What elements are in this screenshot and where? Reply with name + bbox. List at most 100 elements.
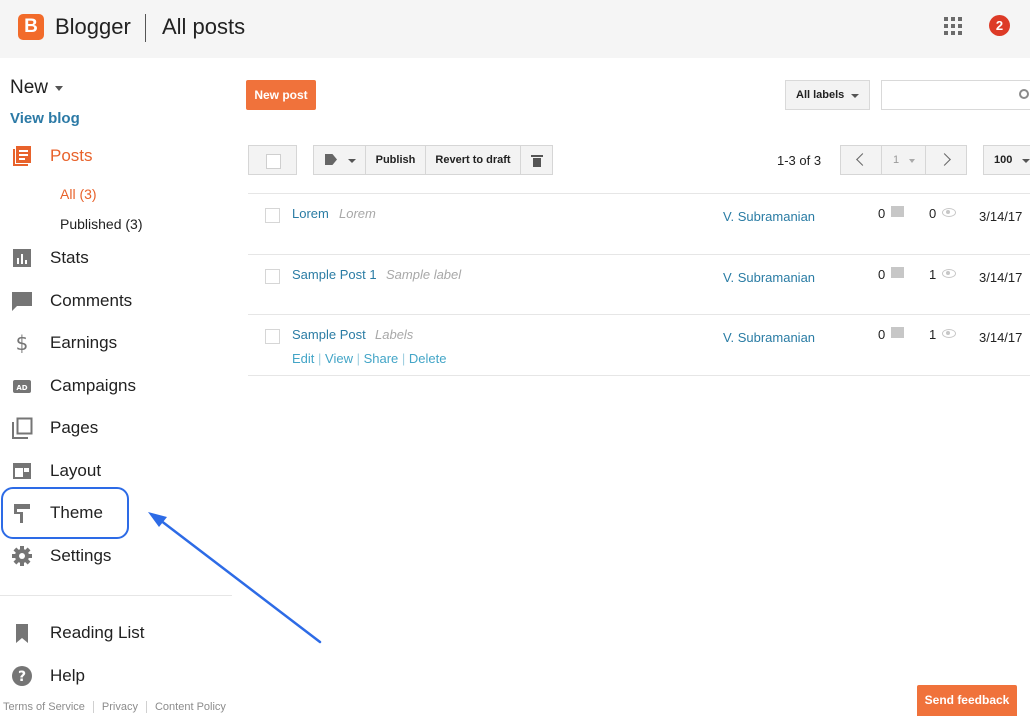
help-icon: ? bbox=[12, 666, 32, 686]
next-page-button[interactable] bbox=[925, 145, 967, 175]
sidebar-item-label: Stats bbox=[50, 248, 89, 267]
post-label: Lorem bbox=[339, 206, 376, 221]
sidebar-item-layout[interactable]: Layout bbox=[0, 451, 232, 491]
svg-text:?: ? bbox=[18, 669, 26, 685]
row-checkbox[interactable] bbox=[265, 329, 280, 344]
search-icon[interactable] bbox=[1019, 89, 1029, 99]
row-actions: Edit | View | Share | Delete bbox=[292, 351, 447, 366]
post-author[interactable]: V. Subramanian bbox=[723, 209, 815, 224]
content-policy-link[interactable]: Content Policy bbox=[155, 701, 226, 713]
privacy-link[interactable]: Privacy bbox=[102, 701, 138, 713]
delete-button[interactable] bbox=[520, 145, 553, 175]
eye-icon bbox=[942, 269, 956, 278]
post-author[interactable]: V. Subramanian bbox=[723, 330, 815, 345]
publish-button[interactable]: Publish bbox=[365, 145, 426, 175]
blogger-logo-icon[interactable]: B bbox=[18, 14, 44, 40]
post-title-link[interactable]: Sample Post 1 bbox=[292, 267, 377, 282]
apps-grid-icon[interactable] bbox=[944, 17, 962, 35]
sidebar-item-label: Pages bbox=[50, 418, 99, 437]
terms-link[interactable]: Terms of Service bbox=[3, 701, 85, 713]
tag-icon bbox=[325, 154, 337, 165]
chevron-left-icon bbox=[856, 153, 869, 166]
top-bar bbox=[0, 0, 1030, 58]
sidebar-item-comments[interactable]: Comments bbox=[0, 281, 232, 321]
posts-filter-all[interactable]: All (3) bbox=[60, 186, 97, 202]
page-select[interactable]: 1 bbox=[881, 145, 926, 175]
sidebar-item-campaigns[interactable]: AD Campaigns bbox=[0, 366, 232, 406]
view-count: 1 bbox=[929, 267, 937, 282]
select-all-checkbox[interactable] bbox=[248, 145, 297, 175]
chevron-down-icon bbox=[1022, 159, 1030, 163]
sidebar-item-reading-list[interactable]: Reading List bbox=[0, 613, 232, 653]
footer-links: Terms of Service Privacy Content Policy bbox=[3, 701, 226, 714]
dollar-icon: $ bbox=[16, 332, 29, 354]
sidebar-item-stats[interactable]: Stats bbox=[0, 238, 232, 278]
sidebar-item-posts[interactable]: Posts bbox=[0, 136, 232, 176]
sidebar-item-pages[interactable]: Pages bbox=[0, 408, 232, 448]
row-checkbox[interactable] bbox=[265, 208, 280, 223]
row-checkbox[interactable] bbox=[265, 269, 280, 284]
delete-link[interactable]: Delete bbox=[409, 351, 447, 366]
label-menu-button[interactable] bbox=[313, 145, 366, 175]
sidebar-item-label: Campaigns bbox=[50, 376, 136, 395]
posts-filter-published[interactable]: Published (3) bbox=[60, 216, 143, 232]
title-divider bbox=[145, 14, 146, 42]
search-input[interactable] bbox=[881, 80, 1030, 110]
brand-name[interactable]: Blogger bbox=[55, 14, 131, 40]
theme-highlight-box bbox=[1, 487, 129, 539]
comment-icon bbox=[891, 327, 904, 338]
sidebar-item-label: Help bbox=[50, 666, 85, 685]
revert-to-draft-button[interactable]: Revert to draft bbox=[425, 145, 521, 175]
previous-page-button[interactable] bbox=[840, 145, 882, 175]
new-blog-menu[interactable]: New bbox=[10, 77, 48, 99]
bookmark-icon bbox=[16, 624, 28, 643]
trash-icon bbox=[531, 155, 543, 167]
view-count: 1 bbox=[929, 327, 937, 342]
svg-text:AD: AD bbox=[16, 384, 27, 392]
svg-text:$: $ bbox=[16, 332, 29, 354]
sidebar-item-earnings[interactable]: $ Earnings bbox=[0, 323, 232, 363]
sidebar-item-label: Posts bbox=[50, 146, 93, 165]
table-row[interactable]: Sample Post 1 Sample label V. Subramania… bbox=[248, 255, 1030, 315]
share-link[interactable]: Share bbox=[364, 351, 399, 366]
table-row[interactable]: Sample Post Labels V. Subramanian 0 1 3/… bbox=[248, 315, 1030, 375]
labels-filter-value: All labels bbox=[796, 89, 845, 101]
new-post-button[interactable]: New post bbox=[246, 80, 316, 110]
post-author[interactable]: V. Subramanian bbox=[723, 270, 815, 285]
send-feedback-button[interactable]: Send feedback bbox=[917, 685, 1017, 716]
sidebar-item-settings[interactable]: Settings bbox=[0, 536, 232, 576]
view-blog-link[interactable]: View blog bbox=[10, 110, 80, 127]
ad-icon: AD bbox=[13, 380, 31, 393]
page-title: All posts bbox=[162, 14, 246, 39]
chevron-down-icon bbox=[348, 159, 356, 163]
comment-icon bbox=[891, 267, 904, 278]
post-title-link[interactable]: Lorem bbox=[292, 206, 329, 221]
sidebar-item-label: Settings bbox=[50, 546, 112, 565]
notification-badge[interactable]: 2 bbox=[989, 15, 1010, 36]
post-title-link[interactable]: Sample Post bbox=[292, 327, 366, 342]
sidebar-item-label: Comments bbox=[50, 291, 133, 310]
sidebar-item-label: Earnings bbox=[50, 333, 118, 352]
sidebar-divider bbox=[0, 595, 232, 596]
checkbox bbox=[266, 154, 281, 169]
edit-link[interactable]: Edit bbox=[292, 351, 314, 366]
post-label: Labels bbox=[375, 327, 414, 342]
view-count: 0 bbox=[929, 206, 937, 221]
post-date: 3/14/17 bbox=[979, 330, 1023, 345]
chevron-down-icon bbox=[909, 159, 915, 163]
eye-icon bbox=[942, 208, 956, 217]
row-divider bbox=[248, 375, 1030, 376]
chevron-down-icon[interactable] bbox=[55, 86, 63, 91]
post-label: Sample label bbox=[386, 267, 462, 282]
chevron-down-icon bbox=[851, 94, 859, 98]
eye-icon bbox=[942, 329, 956, 338]
labels-filter-select[interactable]: All labels bbox=[785, 80, 870, 110]
posts-per-page-select[interactable]: 100 bbox=[983, 145, 1030, 175]
sidebar-item-label: Layout bbox=[50, 461, 102, 480]
comment-count: 0 bbox=[878, 267, 886, 282]
view-link[interactable]: View bbox=[325, 351, 353, 366]
comment-count: 0 bbox=[878, 206, 886, 221]
table-row[interactable]: Lorem Lorem V. Subramanian 0 0 3/14/17 bbox=[248, 194, 1030, 254]
post-date: 3/14/17 bbox=[979, 270, 1023, 285]
sidebar-item-help[interactable]: ? Help bbox=[0, 656, 232, 696]
